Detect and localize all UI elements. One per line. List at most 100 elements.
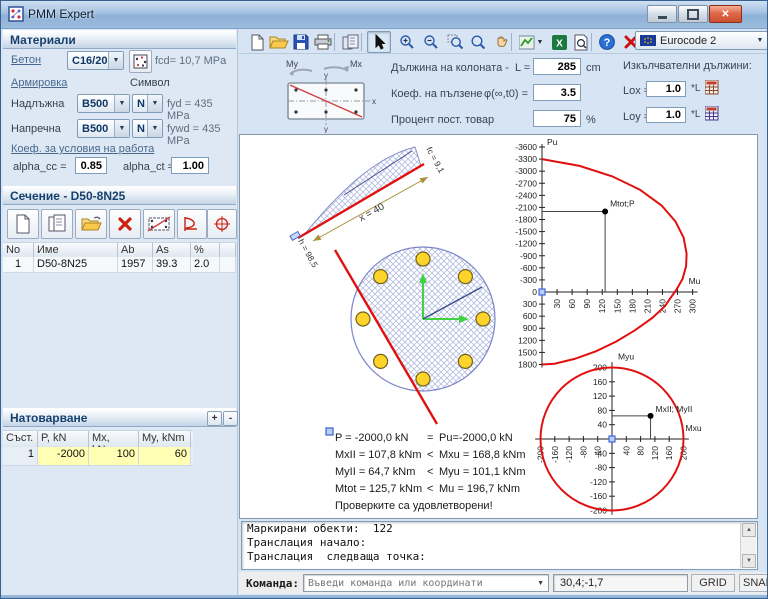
work-conditions-link[interactable]: Коеф. за условия на работа — [11, 143, 154, 155]
remove-load-button[interactable]: - — [223, 411, 238, 426]
longitudinal-label: Надлъжна — [11, 98, 64, 110]
open-button[interactable] — [267, 31, 291, 53]
alpha-ct-input[interactable]: 1.00 — [171, 157, 209, 174]
svg-text:-3300: -3300 — [515, 154, 537, 164]
title-bar[interactable]: PMM Expert ✕ — [1, 1, 768, 29]
save-button[interactable] — [289, 31, 313, 53]
open-section-button[interactable] — [75, 209, 107, 239]
drawing-canvas[interactable]: x = 40fc = 9,1h = 98,5-3600-3300-3000-27… — [239, 134, 758, 519]
longitudinal-symbol-select[interactable]: N ▼ — [132, 94, 163, 113]
command-input-wrap[interactable]: ▼ — [303, 574, 549, 592]
svg-text:1500: 1500 — [518, 347, 537, 357]
col-my[interactable]: My, kNm — [139, 431, 191, 448]
svg-text:-1500: -1500 — [515, 227, 537, 237]
lox-input[interactable]: 1.0 — [646, 81, 686, 97]
svg-text:-80: -80 — [578, 446, 588, 459]
symbol-label: Символ — [130, 77, 170, 89]
command-console[interactable]: Маркирани обекти: 122 Транслация начало:… — [241, 521, 758, 570]
transverse-symbol-value: N — [137, 123, 145, 135]
minimize-button[interactable] — [647, 5, 677, 23]
new-page-icon — [14, 214, 32, 234]
materials-header-label: Материали — [10, 33, 76, 47]
reinforcement-link[interactable]: Армировка — [11, 77, 67, 89]
perm-load-input[interactable]: 75 — [533, 110, 581, 127]
col-name[interactable]: Име — [34, 243, 118, 258]
console-scrollbar[interactable]: ▲ ▼ — [740, 523, 756, 568]
svg-text:80: 80 — [636, 446, 646, 456]
help-button[interactable]: ? — [595, 31, 619, 53]
col-ab[interactable]: Ab — [118, 243, 153, 258]
chevron-down-icon[interactable]: ▼ — [533, 580, 548, 587]
select-cursor-button[interactable] — [367, 31, 391, 53]
loy-calc-button[interactable] — [705, 106, 719, 126]
copy-section-button[interactable] — [41, 209, 73, 239]
close-button[interactable]: ✕ — [709, 5, 742, 23]
zoom-out-button[interactable] — [419, 31, 443, 53]
creep-input[interactable]: 3.5 — [533, 84, 581, 101]
svg-text:1800: 1800 — [518, 359, 537, 369]
svg-text:210: 210 — [642, 299, 652, 313]
concrete-grade-select[interactable]: C16/20 ▼ — [67, 51, 124, 70]
transverse-grade-value: B500 — [82, 123, 108, 135]
lox-calc-button[interactable] — [705, 80, 719, 100]
section-table-row[interactable]: 1 D50-8N25 1957 39.3 2.0 — [3, 257, 236, 273]
longitudinal-grade-select[interactable]: B500 ▼ — [77, 94, 130, 113]
edit-section-button[interactable] — [143, 209, 175, 239]
printer-icon — [314, 34, 332, 50]
copy-page-icon — [47, 214, 67, 234]
scroll-down-icon[interactable]: ▼ — [742, 554, 756, 568]
close-icon: ✕ — [721, 9, 729, 20]
toolbar-separator — [334, 33, 335, 51]
print-button[interactable] — [311, 31, 335, 53]
snap-toggle[interactable]: SNAP — [739, 574, 768, 592]
zoom-in-button[interactable] — [395, 31, 419, 53]
new-button[interactable] — [245, 31, 269, 53]
svg-text:160: 160 — [664, 446, 674, 460]
delete-section-button[interactable] — [109, 209, 141, 239]
new-section-button[interactable] — [7, 209, 39, 239]
zoom-extents-button[interactable] — [466, 31, 490, 53]
crosshair-icon — [213, 215, 231, 233]
excel-export-button[interactable]: X — [547, 31, 571, 53]
design-code-select[interactable]: Eurocode 2 ▼ — [635, 31, 768, 50]
svg-text:-300: -300 — [520, 275, 537, 285]
check-point-button[interactable] — [207, 209, 237, 239]
loading-table-row[interactable]: 1 -2000 100 60 — [3, 447, 193, 466]
loy-input[interactable]: 1.0 — [646, 107, 686, 123]
y-axis-label: y — [324, 125, 328, 133]
chevron-down-icon: ▼ — [114, 95, 129, 112]
svg-text:-160: -160 — [550, 446, 560, 463]
transverse-grade-select[interactable]: B500 ▼ — [77, 119, 130, 138]
loading-header-label: Натоварване — [10, 411, 87, 425]
col-no[interactable]: No — [3, 243, 34, 258]
maximize-icon — [687, 9, 699, 20]
col-case[interactable]: Съст. — [3, 431, 38, 448]
grid-toggle[interactable]: GRID — [691, 574, 735, 592]
command-input[interactable] — [304, 578, 533, 589]
col-as[interactable]: As — [153, 243, 191, 258]
maximize-button[interactable] — [678, 5, 708, 23]
copy-button[interactable] — [338, 31, 362, 53]
chart-icon — [519, 35, 535, 50]
add-load-button[interactable]: + — [207, 411, 222, 426]
col-pct[interactable]: % — [191, 243, 220, 258]
print-preview-button[interactable] — [569, 31, 593, 53]
col-mx[interactable]: Mx, kNm — [89, 431, 139, 448]
concrete-link[interactable]: Бетон — [11, 54, 41, 66]
svg-text:x = 40: x = 40 — [357, 201, 387, 224]
alpha-cc-input[interactable]: 0.85 — [75, 157, 107, 174]
chevron-down-icon: ▼ — [147, 120, 162, 137]
chart-export-button[interactable]: ▼ — [515, 31, 547, 53]
transverse-symbol-select[interactable]: N ▼ — [132, 119, 163, 138]
scroll-up-icon[interactable]: ▲ — [742, 523, 756, 537]
svg-text:-160: -160 — [590, 491, 607, 501]
command-bar: Команда: ▼ 30,4;-1,7 GRID SNAP — [239, 572, 768, 594]
length-input[interactable]: 285 — [533, 58, 581, 75]
svg-text:?: ? — [604, 37, 611, 49]
interaction-diagram-button[interactable] — [177, 209, 207, 239]
col-p[interactable]: P, kN — [38, 431, 89, 448]
concrete-props-button[interactable] — [129, 50, 152, 73]
section-sketch-icon — [147, 215, 171, 233]
zoom-window-button[interactable] — [443, 31, 467, 53]
longitudinal-symbol-value: N — [137, 98, 145, 110]
